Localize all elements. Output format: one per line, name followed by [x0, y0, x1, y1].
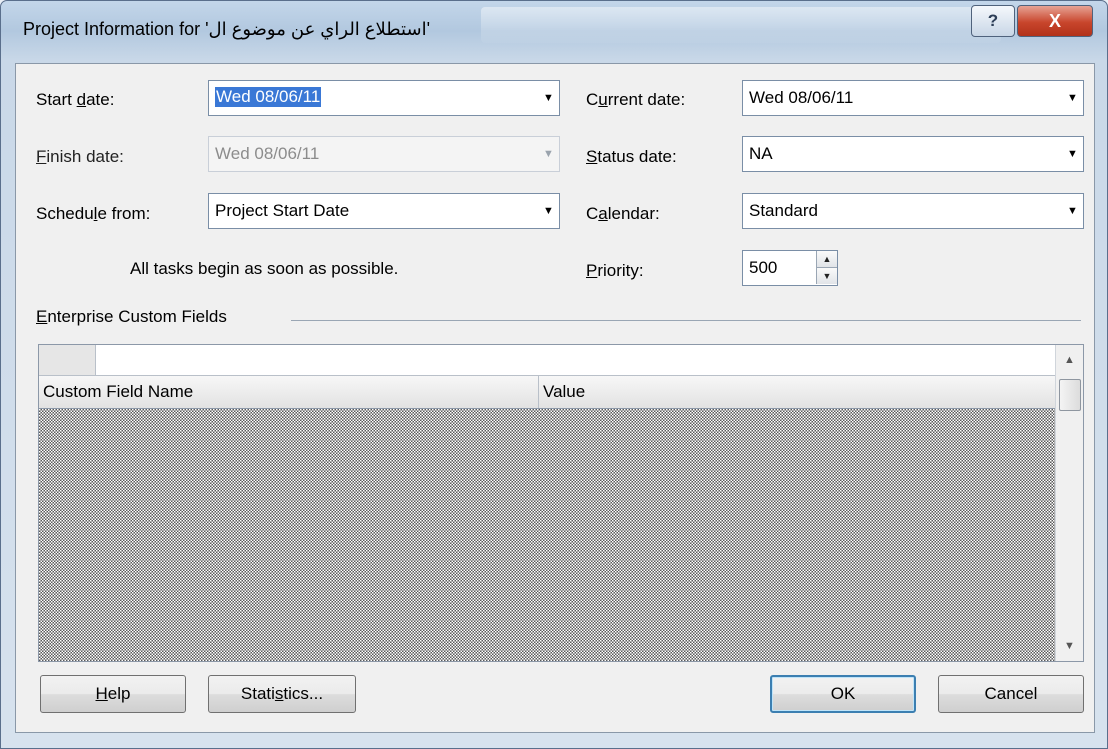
status-date-combo[interactable]: NA ▼: [742, 136, 1084, 172]
chevron-down-icon[interactable]: ▼: [1064, 139, 1081, 169]
statistics-button[interactable]: Stati s tics...: [208, 675, 356, 713]
schedule-note: All tasks begin as soon as possible.: [130, 259, 399, 278]
finish-date-combo: Wed 08/06/11 ▼: [208, 136, 560, 172]
project-information-dialog: Project Information for 'استطلاع الراي ع…: [0, 0, 1108, 749]
current-date-label: Current date:: [586, 90, 686, 109]
spin-down-icon[interactable]: ▼: [816, 268, 837, 284]
grid-empty-body: [39, 409, 1055, 661]
start-date-combo[interactable]: Wed 08/06/11 ▼: [208, 80, 560, 116]
schedule-from-label: Schedule from:: [36, 204, 151, 223]
chevron-down-icon[interactable]: ▼: [1064, 196, 1081, 226]
chevron-down-icon: ▼: [543, 148, 554, 160]
status-date-value[interactable]: NA: [749, 144, 773, 164]
question-icon: ?: [987, 11, 999, 30]
schedule-from-value[interactable]: Project Start Date: [215, 201, 349, 221]
grid-corner-cell[interactable]: [39, 345, 96, 376]
vertical-scrollbar[interactable]: ▲ ▼: [1055, 345, 1083, 661]
start-date-label: Start date:: [36, 90, 115, 109]
title-bar[interactable]: Project Information for 'استطلاع الراي ع…: [1, 1, 1107, 63]
chevron-down-icon[interactable]: ▼: [540, 196, 557, 226]
status-date-label: Status date:: [586, 147, 677, 166]
custom-fields-grid[interactable]: Custom Field Name Value ▲ ▼: [38, 344, 1084, 662]
ok-button[interactable]: OK: [770, 675, 916, 713]
chevron-down-icon[interactable]: ▼: [1064, 83, 1081, 113]
dialog-client-area: Start date: Wed 08/06/11 ▼ Finish date: …: [15, 63, 1095, 733]
cancel-button[interactable]: Cancel: [938, 675, 1084, 713]
enterprise-custom-fields-label: Enterprise Custom Fields: [36, 307, 227, 326]
scroll-up-icon[interactable]: ▲: [1056, 349, 1083, 371]
start-date-value[interactable]: Wed 08/06/11: [215, 87, 322, 107]
grid-edit-bar[interactable]: [96, 345, 1055, 376]
calendar-value[interactable]: Standard: [749, 201, 818, 221]
finish-date-value: Wed 08/06/11: [215, 144, 320, 163]
column-header-value[interactable]: Value: [539, 376, 1055, 408]
grid-header: Custom Field Name Value: [39, 376, 1055, 409]
current-date-value[interactable]: Wed 08/06/11: [749, 88, 853, 108]
spin-up-icon[interactable]: ▲: [816, 251, 837, 268]
group-divider: [291, 320, 1081, 321]
scroll-thumb[interactable]: [1059, 379, 1081, 411]
calendar-label: Calendar:: [586, 204, 660, 223]
title-glass-decoration: [481, 7, 1001, 43]
close-icon: X: [1048, 10, 1061, 31]
calendar-combo[interactable]: Standard ▼: [742, 193, 1084, 229]
close-button[interactable]: X: [1017, 5, 1093, 37]
priority-stepper[interactable]: 500 ▲ ▼: [742, 250, 838, 286]
current-date-combo[interactable]: Wed 08/06/11 ▼: [742, 80, 1084, 116]
chevron-down-icon[interactable]: ▼: [540, 83, 557, 113]
dialog-title: Project Information for 'استطلاع الراي ع…: [23, 19, 431, 39]
column-header-custom-field-name[interactable]: Custom Field Name: [39, 376, 539, 408]
help-button[interactable]: Help: [40, 675, 186, 713]
priority-value[interactable]: 500: [749, 258, 777, 278]
finish-date-label: Finish date:: [36, 147, 124, 166]
scroll-down-icon[interactable]: ▼: [1056, 635, 1083, 657]
priority-label: Priority:: [586, 261, 644, 280]
schedule-from-combo[interactable]: Project Start Date ▼: [208, 193, 560, 229]
help-caption-button[interactable]: ?: [971, 5, 1015, 37]
